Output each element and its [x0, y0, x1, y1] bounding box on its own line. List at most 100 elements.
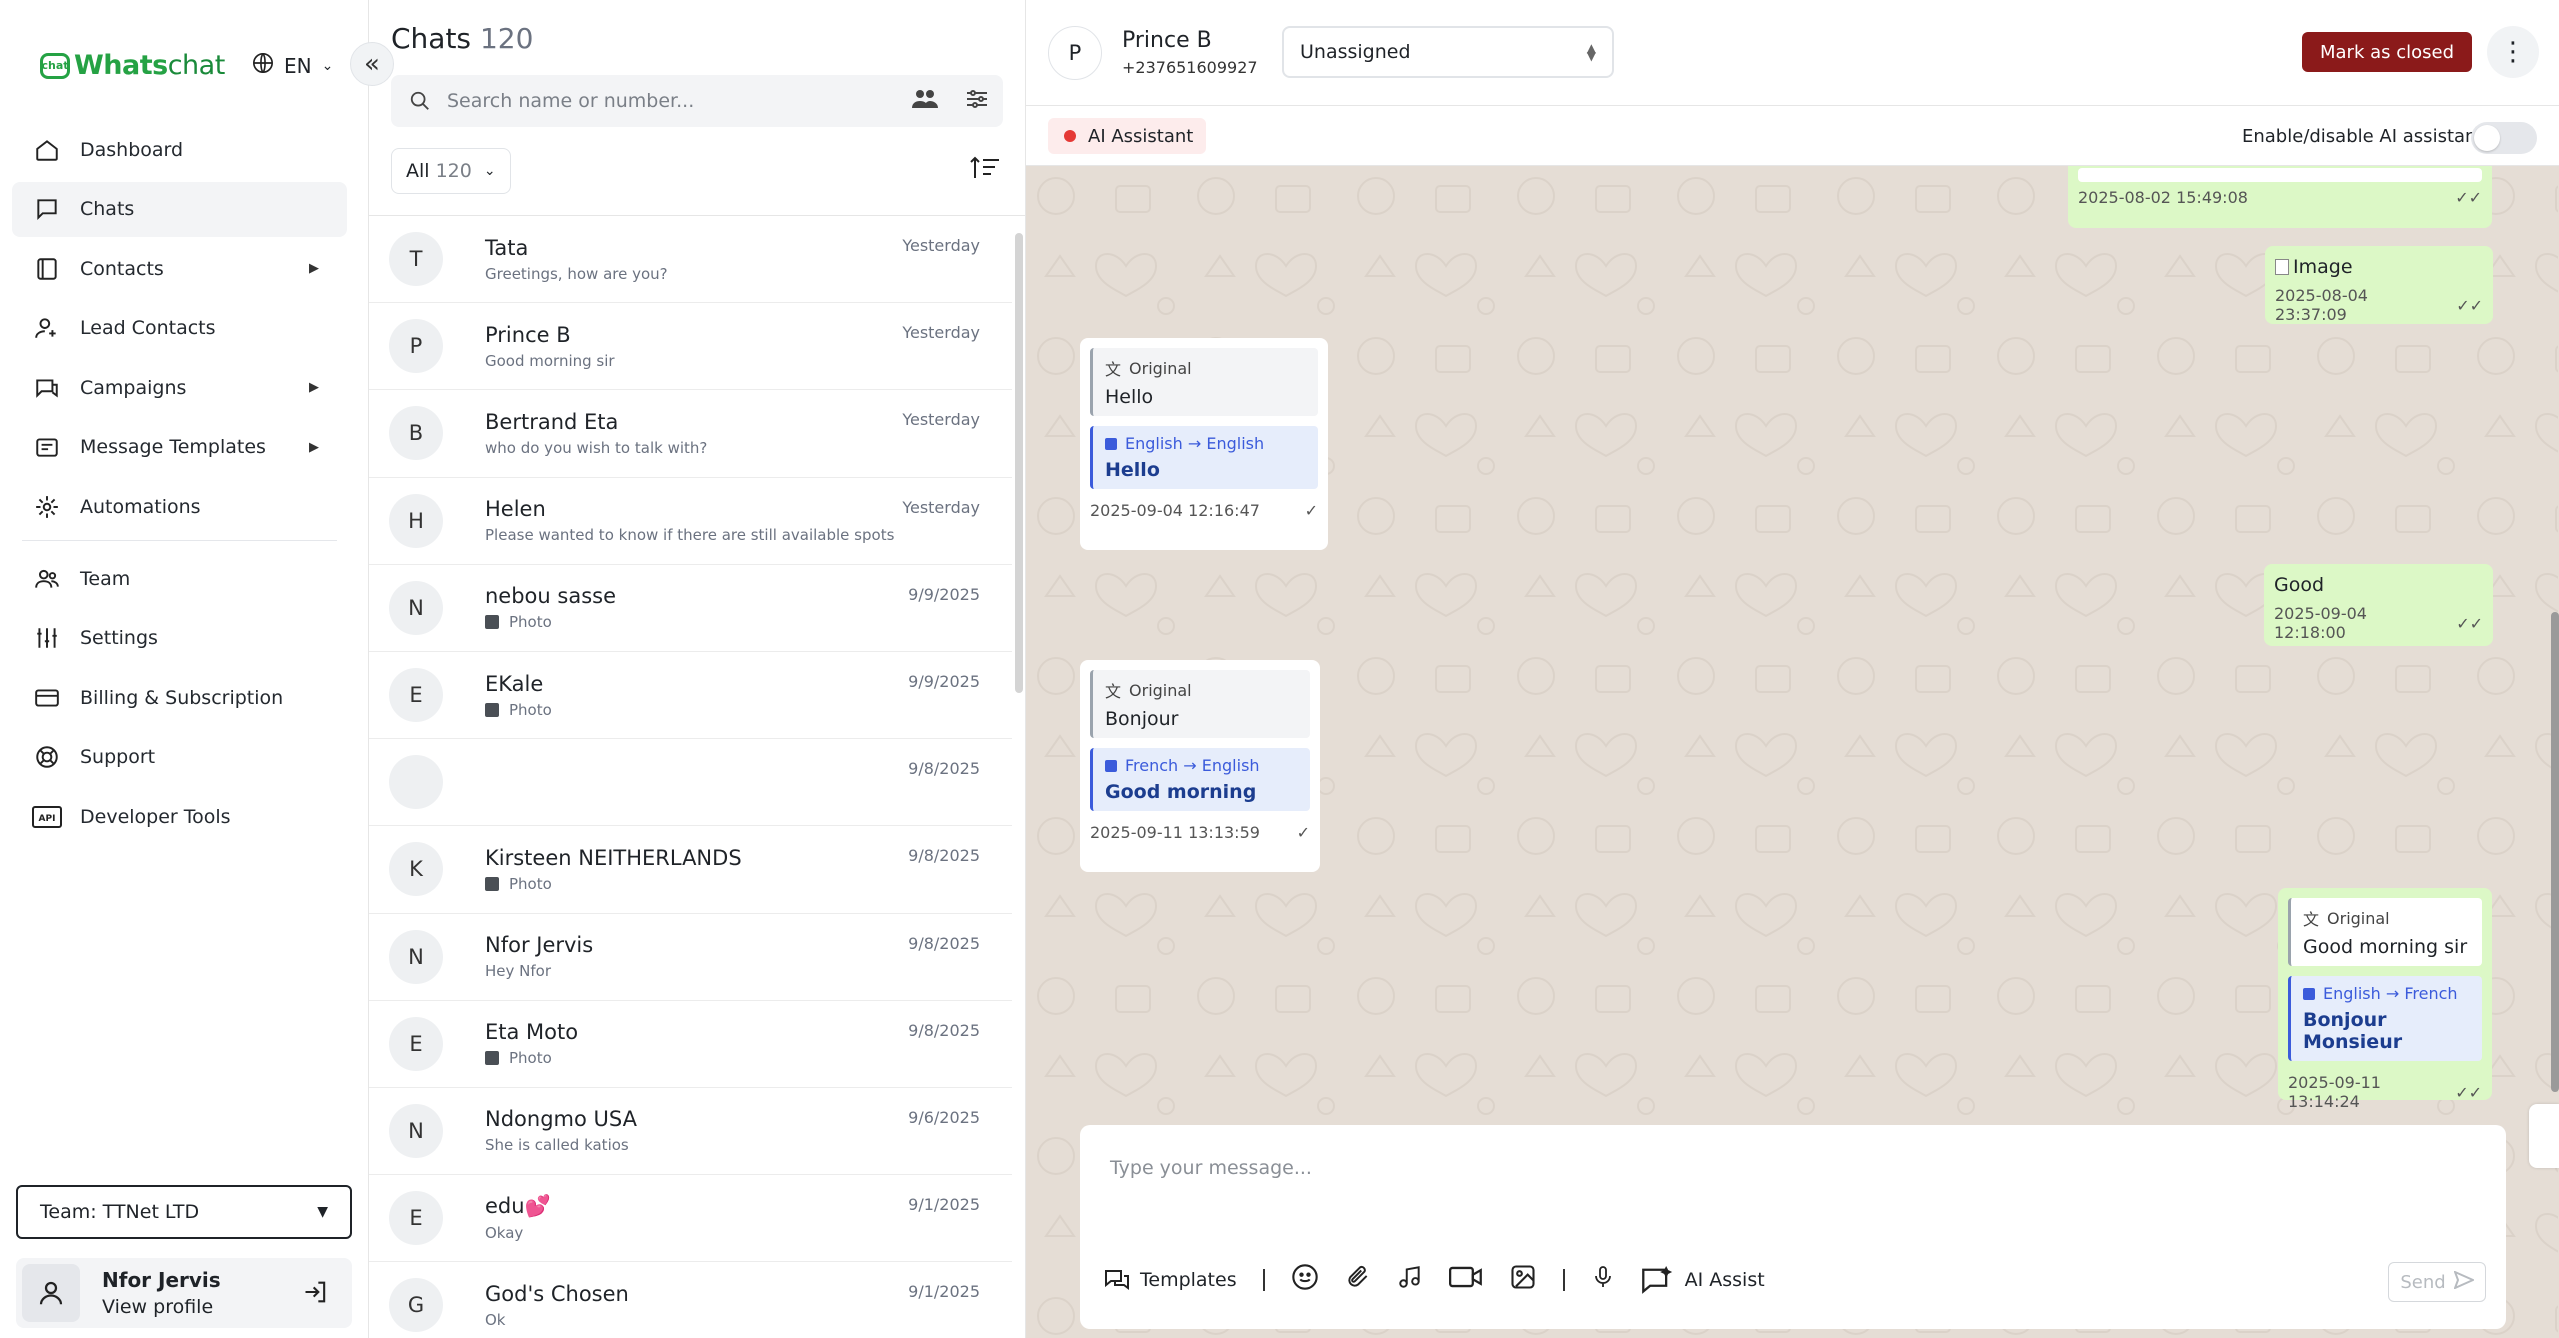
message-time: 2025-09-11 13:13:59 [1090, 823, 1260, 842]
chat-list-item[interactable]: E Eta Moto Photo 9/8/2025 [369, 1001, 1012, 1088]
translated-text: Hello [1105, 459, 1160, 481]
message-meta: 2025-08-02 15:49:08 ✓✓ [2078, 188, 2482, 207]
emoji-icon[interactable] [1291, 1263, 1319, 1296]
sidebar-item-message-templates[interactable]: Message Templates ▶ [12, 420, 347, 475]
team-icon [32, 564, 62, 594]
chat-list-item[interactable]: 9/8/2025 [369, 739, 1012, 827]
logo-primary: Whats [74, 50, 168, 81]
avatar: P [1048, 26, 1102, 80]
double-chevron-left-icon: « [364, 49, 380, 79]
avatar: E [389, 1016, 443, 1071]
caret-right-icon: ▶ [309, 261, 319, 276]
music-icon[interactable] [1397, 1263, 1423, 1296]
ai-assist-button[interactable]: AI Assist [1641, 1265, 1765, 1294]
message-time: 2025-09-04 12:16:47 [1090, 501, 1260, 520]
chat-list-item[interactable]: N Nfor Jervis Hey Nfor 9/8/2025 [369, 914, 1012, 1001]
image-attachment[interactable]: Image [2275, 256, 2483, 278]
chat-name: nebou sasse [485, 584, 617, 609]
search-bar: Search name or number... [391, 75, 1003, 127]
caret-right-icon: ▶ [309, 380, 319, 395]
message-input[interactable]: Type your message... [1110, 1157, 1312, 1179]
chat-info: Kirsteen NEITHERLANDS Photo [485, 846, 742, 893]
translate-icon: 文 [2303, 910, 2320, 929]
avatar: N [389, 580, 443, 635]
chat-list-item[interactable]: Nnebou sasse Photo 9/9/2025 [369, 565, 1012, 652]
logout-icon[interactable] [302, 1278, 330, 1310]
video-icon[interactable] [1448, 1264, 1483, 1295]
chat-list-item[interactable]: B Bertrand Eta who do you wish to talk wit… [369, 390, 1012, 478]
sidebar-item-team[interactable]: Team [12, 551, 347, 606]
sidebar-item-campaigns[interactable]: Campaigns ▶ [12, 360, 347, 415]
user-plus-icon [32, 313, 62, 343]
assignee-select[interactable]: Unassigned ▲ ▼ [1282, 26, 1614, 78]
divider [1262, 1268, 1265, 1291]
logo-text: Whatschat [74, 50, 225, 81]
collapse-sidebar-button[interactable]: « [350, 42, 394, 86]
chat-name: Kirsteen NEITHERLANDS [485, 845, 742, 870]
team-select[interactable]: Team: TTNet LTD ▼ [16, 1185, 352, 1239]
search-actions [911, 88, 989, 115]
chat-preview-text: Ok [485, 1310, 506, 1329]
templates-label: Templates [1140, 1268, 1237, 1291]
avatar: G [389, 1278, 443, 1333]
sidebar-item-automations[interactable]: Automations [12, 479, 347, 534]
chat-list-item[interactable]: N Ndongmo USA She is called katios 9/6/2025 [369, 1088, 1012, 1176]
avatar: E [389, 668, 443, 723]
sort-button[interactable] [969, 154, 1001, 186]
filter-sliders-icon[interactable] [965, 88, 989, 115]
sidebar-item-settings[interactable]: Settings [12, 611, 347, 666]
mark-closed-button[interactable]: Mark as closed [2302, 32, 2472, 72]
sliders-icon [32, 623, 62, 653]
search-input[interactable]: Search name or number... [447, 90, 694, 112]
sidebar-item-support[interactable]: Support [12, 730, 347, 785]
chat-time: 9/8/2025 [908, 1020, 980, 1040]
caret-down-icon: ▼ [317, 1204, 328, 1220]
sidebar-item-developer-tools[interactable]: API Developer Tools [12, 789, 347, 844]
chevron-down-icon: ⌄ [321, 57, 334, 74]
chat-list-item[interactable]: H Helen Please wanted to know if there are… [369, 478, 1012, 565]
messages-scrollbar[interactable] [2551, 612, 2559, 1092]
chat-preview: Greetings, how are you? [485, 265, 668, 283]
templates-button[interactable]: Templates [1104, 1268, 1237, 1292]
assignee-value: Unassigned [1300, 41, 1411, 63]
ai-chip-label: AI Assistant [1088, 125, 1194, 147]
send-button[interactable]: Send [2388, 1262, 2486, 1302]
ai-assistant-toggle[interactable] [2471, 122, 2537, 154]
chat-list-item[interactable]: G God's Chosen Ok 9/1/2025 [369, 1262, 1012, 1338]
chat-list-scrollbar[interactable] [1015, 233, 1023, 693]
view-profile-link[interactable]: View profile [102, 1296, 221, 1318]
more-options-button[interactable]: ⋮ [2487, 26, 2539, 78]
chat-list-item[interactable]: T Tata Greetings, how are you? Yesterday [369, 216, 1012, 304]
sidebar-item-lead-contacts[interactable]: Lead Contacts [12, 301, 347, 356]
quoted-block [2078, 168, 2482, 182]
message-time: 2025-08-02 15:49:08 [2078, 188, 2248, 207]
avatar: K [389, 842, 443, 897]
avatar: N [389, 929, 443, 984]
sidebar-item-chats[interactable]: Chats [12, 181, 347, 237]
sidebar-item-contacts[interactable]: Contacts ▶ [12, 241, 347, 296]
sidebar-item-label: Settings [80, 627, 158, 649]
microphone-icon[interactable] [1591, 1263, 1615, 1296]
chat-list-item[interactable]: Eedu💕 Okay 9/1/2025 [369, 1175, 1012, 1263]
sidebar-item-billing[interactable]: Billing & Subscription [12, 670, 347, 725]
language-selector[interactable]: EN ⌄ [252, 52, 333, 79]
translate-icon: 文 [1105, 360, 1122, 379]
chat-list-item[interactable]: P Prince B Good morning sir Yesterday [369, 303, 1012, 391]
sidebar-item-label: Automations [80, 495, 201, 518]
chat-list-item[interactable]: K Kirsteen NEITHERLANDS Photo 9/8/2025 [369, 826, 1012, 914]
message-time: 2025-09-04 12:18:00 [2274, 604, 2367, 642]
message-time: 2025-09-11 13:14:24 [2288, 1073, 2381, 1111]
sidebar-item-dashboard[interactable]: Dashboard [12, 122, 347, 177]
translation-flag-icon [1105, 437, 1117, 450]
sidebar-item-label: Support [80, 746, 156, 768]
app-logo[interactable]: chat Whatschat [40, 50, 225, 81]
chat-list-item[interactable]: E EKale Photo 9/9/2025 [369, 652, 1012, 740]
users-filter-icon[interactable] [911, 88, 939, 115]
chat-name: EKale [485, 671, 544, 696]
side-drawer-tab[interactable] [2529, 1104, 2559, 1168]
paperclip-icon[interactable] [1345, 1263, 1371, 1296]
check-icon: ✓ [1304, 501, 1318, 520]
user-profile-card[interactable]: Nfor Jervis View profile [16, 1258, 352, 1328]
gallery-icon[interactable] [1509, 1263, 1537, 1296]
chat-filter-select[interactable]: All 120 ⌄ [391, 148, 511, 194]
